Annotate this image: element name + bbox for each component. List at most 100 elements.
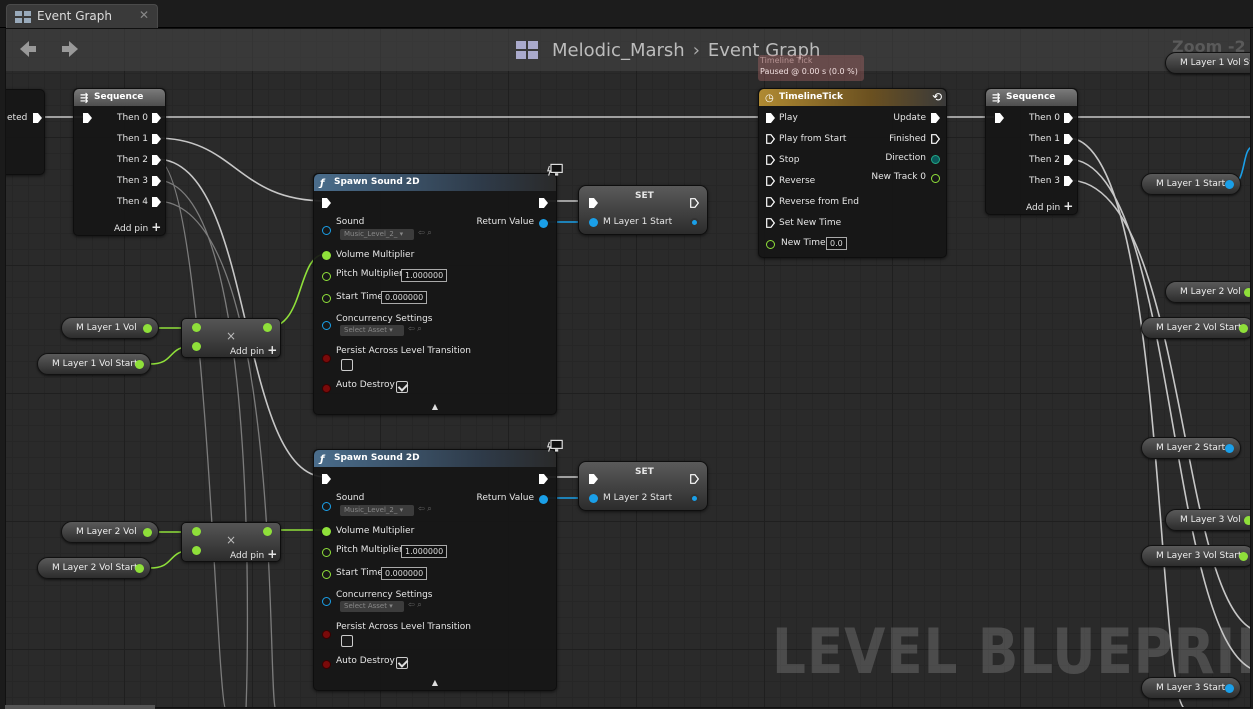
then-3-pin[interactable] — [152, 176, 161, 186]
horizontal-scrollbar[interactable] — [5, 705, 155, 709]
then-3-pin[interactable] — [1064, 176, 1073, 186]
then-2-pin[interactable] — [152, 155, 161, 165]
var-m-layer-2-vol-start-right[interactable]: M Layer 2 Vol Start — [1141, 317, 1250, 339]
new-time-pin[interactable] — [766, 240, 775, 249]
var-out-pin[interactable] — [143, 324, 152, 333]
input-b-pin[interactable] — [192, 546, 201, 555]
var-out-pin[interactable] — [1244, 288, 1250, 297]
add-pin-button[interactable]: Add pin + — [230, 343, 277, 357]
var-m-layer-3-start[interactable]: M Layer 3 Start — [1141, 677, 1241, 699]
close-icon[interactable]: ✕ — [139, 8, 149, 22]
forward-arrow-icon[interactable] — [60, 39, 80, 59]
begin-play-node[interactable]: eted — [6, 89, 45, 175]
multiply-node-2[interactable]: × Add pin + — [181, 522, 281, 562]
start-time-input[interactable]: 0.000000 — [381, 567, 428, 580]
collapse-arrow-icon[interactable]: ▲ — [314, 402, 556, 411]
exec-in-pin[interactable] — [322, 474, 331, 484]
play-from-start-pin[interactable] — [766, 134, 775, 144]
set-node-1[interactable]: SET M Layer 1 Start — [578, 185, 708, 235]
var-m-layer-3-vol[interactable]: M Layer 3 Vol — [1165, 509, 1250, 531]
var-m-layer-2-start[interactable]: M Layer 2 Start — [1141, 437, 1241, 459]
var-m-layer-1-vol[interactable]: M Layer 1 Vol — [61, 317, 159, 339]
concurrency-pin[interactable] — [322, 597, 331, 606]
volume-pin[interactable] — [322, 527, 331, 536]
direction-pin[interactable] — [931, 155, 940, 164]
persist-checkbox[interactable] — [341, 635, 353, 647]
sequence-node-1[interactable]: ⇶ Sequence Then 0 Then 1 Then 2 Then 3 T… — [73, 88, 166, 236]
volume-pin[interactable] — [322, 251, 331, 260]
exec-in-pin[interactable] — [83, 113, 92, 123]
then-1-pin[interactable] — [1064, 134, 1073, 144]
exec-out-pin[interactable] — [33, 113, 42, 123]
tab-event-graph[interactable]: Event Graph ✕ — [6, 4, 158, 28]
sequence-node-2[interactable]: ⇶ Sequence Then 0 Then 1 Then 2 Then 3 A… — [985, 88, 1078, 215]
update-pin[interactable] — [931, 113, 940, 123]
set-value-pin[interactable] — [589, 218, 598, 227]
then-0-pin[interactable] — [1064, 113, 1073, 123]
exec-out-pin[interactable] — [539, 474, 548, 484]
auto-destroy-pin[interactable] — [322, 384, 331, 393]
reverse-pin[interactable] — [766, 176, 775, 186]
add-pin-button[interactable]: Add pin + — [230, 547, 277, 561]
exec-out-pin[interactable] — [539, 198, 548, 208]
var-m-layer-2-vol-right[interactable]: M Layer 2 Vol — [1165, 281, 1250, 303]
then-0-pin[interactable] — [152, 113, 161, 123]
timeline-tick-node[interactable]: ◷ TimelineTick ⟲ Play Play from Start St… — [758, 88, 947, 258]
concurrency-combo[interactable]: Select Asset ▾ — [340, 601, 404, 612]
graph-canvas[interactable]: Melodic_Marsh › Event Graph Zoom -2 Time… — [5, 28, 1251, 708]
collapse-arrow-icon[interactable]: ▲ — [314, 678, 556, 687]
input-a-pin[interactable] — [192, 527, 201, 536]
sound-pin[interactable] — [322, 226, 331, 235]
pitch-pin[interactable] — [322, 548, 331, 557]
concurrency-pin[interactable] — [322, 321, 331, 330]
input-b-pin[interactable] — [192, 342, 201, 351]
pitch-pin[interactable] — [322, 272, 331, 281]
auto-destroy-checkbox[interactable] — [396, 657, 408, 669]
asset-browse-icon[interactable]: ⇦ ⌕ — [418, 228, 432, 238]
persist-pin[interactable] — [322, 630, 331, 639]
exec-in-pin[interactable] — [995, 113, 1004, 123]
var-out-pin[interactable] — [1225, 684, 1234, 693]
var-m-layer-2-vol-start[interactable]: M Layer 2 Vol Start — [37, 557, 151, 579]
asset-browse-icon[interactable]: ⇦ ⌕ — [408, 600, 422, 610]
then-1-pin[interactable] — [152, 134, 161, 144]
exec-out-pin[interactable] — [690, 474, 699, 484]
input-a-pin[interactable] — [192, 323, 201, 332]
sound-pin[interactable] — [322, 502, 331, 511]
set-out-pin[interactable] — [690, 218, 699, 227]
var-out-pin[interactable] — [143, 528, 152, 537]
var-out-pin[interactable] — [1239, 324, 1248, 333]
asset-browse-icon[interactable]: ⇦ ⌕ — [418, 504, 432, 514]
new-track-pin[interactable] — [931, 174, 940, 183]
set-value-pin[interactable] — [589, 494, 598, 503]
pitch-input[interactable]: 1.000000 — [401, 545, 448, 558]
sound-asset-combo[interactable]: Music_Level_2_ ▾ — [340, 229, 414, 240]
start-time-input[interactable]: 0.000000 — [381, 291, 428, 304]
auto-destroy-pin[interactable] — [322, 660, 331, 669]
exec-out-pin[interactable] — [690, 198, 699, 208]
auto-destroy-checkbox[interactable] — [396, 381, 408, 393]
stop-pin[interactable] — [766, 155, 775, 165]
exec-in-pin[interactable] — [589, 474, 598, 484]
pitch-input[interactable]: 1.000000 — [401, 269, 448, 282]
add-pin-button[interactable]: Add pin + — [1026, 199, 1073, 213]
set-new-time-pin[interactable] — [766, 218, 775, 228]
add-pin-button[interactable]: Add pin + — [114, 220, 161, 234]
var-out-pin[interactable] — [1244, 516, 1250, 525]
var-out-pin[interactable] — [1225, 180, 1234, 189]
var-out-pin[interactable] — [135, 360, 144, 369]
concurrency-combo[interactable]: Select Asset ▾ — [340, 325, 404, 336]
breadcrumb-level[interactable]: Melodic_Marsh — [552, 40, 685, 61]
new-time-input[interactable]: 0.0 — [826, 237, 847, 250]
persist-checkbox[interactable] — [341, 359, 353, 371]
then-2-pin[interactable] — [1064, 155, 1073, 165]
finished-pin[interactable] — [931, 134, 940, 144]
start-time-pin[interactable] — [322, 294, 331, 303]
exec-in-pin[interactable] — [322, 198, 331, 208]
exec-in-pin[interactable] — [589, 198, 598, 208]
output-pin[interactable] — [263, 527, 272, 536]
var-out-pin[interactable] — [1225, 444, 1234, 453]
play-pin[interactable] — [766, 113, 775, 123]
multiply-node-1[interactable]: × Add pin + — [181, 318, 281, 358]
var-out-pin[interactable] — [135, 564, 144, 573]
